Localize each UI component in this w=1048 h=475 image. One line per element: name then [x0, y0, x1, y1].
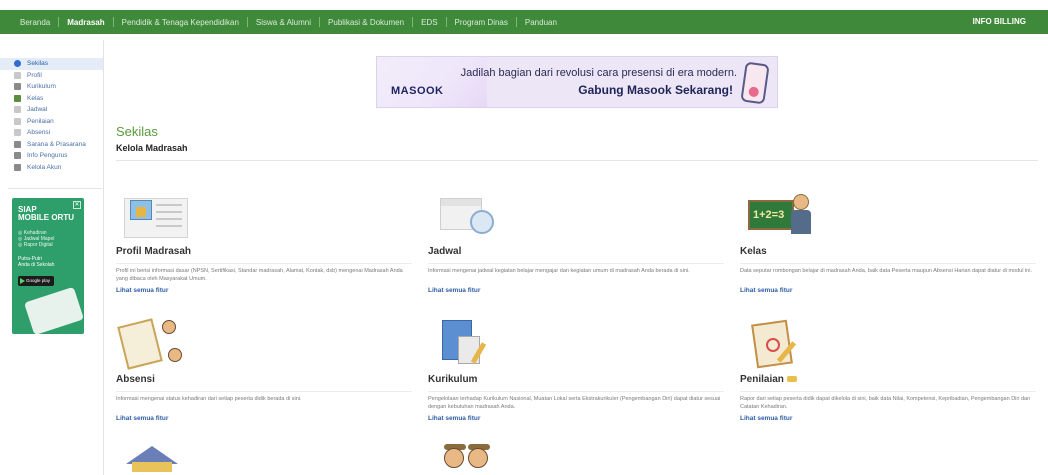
sidebar-item-absensi[interactable]: Absensi — [0, 127, 103, 139]
sidebar-item-label: Absensi — [27, 129, 51, 137]
new-badge-icon — [786, 376, 797, 383]
see-all-features-link[interactable]: Lihat semua fitur — [428, 287, 724, 294]
attendance-icon — [116, 314, 196, 370]
sidebar-item-label: Profil — [27, 71, 42, 79]
class-icon — [14, 94, 21, 102]
card-kurikulum: Kurikulum Pengelolaan terhadap Kurikulum… — [428, 314, 724, 422]
card-penilaian: Penilaian Rapor dari setiap peserta didi… — [740, 314, 1036, 422]
ad-features: ◎ Kehadiran ◎ Jadwal Mapel ◎ Rapor Digit… — [18, 230, 55, 248]
card-title: Kurikulum — [428, 374, 724, 392]
sidebar-item-label: Sekilas — [27, 60, 48, 68]
ad-title: SIAP MOBILE ORTU — [18, 206, 74, 222]
card-absensi: Absensi Informasi mengenai status kehadi… — [116, 314, 412, 422]
masook-banner[interactable]: MASOOK Jadilah bagian dari revolusi cara… — [376, 56, 778, 108]
profile-card-icon — [14, 71, 21, 79]
sidebar-item-kelola-akun[interactable]: Kelola Akun — [0, 162, 103, 174]
card-title: Absensi — [116, 374, 412, 392]
facility-icon — [14, 140, 21, 148]
grade-icon — [14, 117, 21, 125]
person-icon — [14, 152, 21, 160]
sidebar-item-sarana[interactable]: Sarana & Prasarana — [0, 139, 103, 151]
card-description: Informasi mengenai status kehadiran dari… — [116, 396, 302, 402]
grading-icon — [740, 314, 820, 369]
title-divider — [116, 160, 1038, 161]
phone-illustration — [24, 286, 84, 334]
nav-pendidik[interactable]: Pendidik & Tenaga Kependidikan — [114, 18, 247, 27]
see-all-features-link[interactable]: Lihat semua fitur — [740, 415, 1036, 422]
nav-eds[interactable]: EDS — [413, 18, 445, 27]
attendance-icon — [14, 129, 21, 137]
ad-sub-line2: Anda di Sekolah — [18, 262, 55, 268]
people-icon — [428, 440, 508, 475]
nav-program-dinas[interactable]: Program Dinas — [447, 18, 516, 27]
banner-tagline: Jadilah bagian dari revolusi cara presen… — [460, 67, 737, 79]
card-title: Penilaian — [740, 374, 1036, 392]
card-description: Rapor dari setiap peserta didik dapat di… — [740, 396, 1031, 410]
card-description: Profil ini berisi informasi dasar (NPSN,… — [116, 268, 403, 282]
card-kelas: 1+2=3 Kelas Data seputar rombongan belaj… — [740, 186, 1036, 294]
sidebar-item-info-pengurus[interactable]: Info Pengurus — [0, 150, 103, 162]
top-navigation: Beranda Madrasah Pendidik & Tenaga Kepen… — [0, 0, 1048, 38]
see-all-features-link[interactable]: Lihat semua fitur — [116, 415, 412, 422]
sidebar-item-label: Kelola Akun — [27, 163, 62, 171]
sidebar-item-jadwal[interactable]: Jadwal — [0, 104, 103, 116]
profile-icon — [116, 186, 196, 240]
nav-panduan[interactable]: Panduan — [517, 18, 565, 27]
card-info-pengurus — [428, 440, 724, 475]
nav-siswa[interactable]: Siswa & Alumni — [248, 18, 319, 27]
page-title: Sekilas — [116, 124, 158, 139]
book-icon — [14, 83, 21, 91]
card-sarana-prasarana — [116, 440, 412, 475]
sidebar-item-kurikulum[interactable]: Kurikulum — [0, 81, 103, 93]
sidebar-item-label: Info Pengurus — [27, 152, 68, 160]
card-title: Kelas — [740, 246, 1036, 264]
ad-title-line2: MOBILE ORTU — [18, 213, 74, 222]
calendar-clock-icon — [428, 186, 508, 240]
classroom-icon: 1+2=3 — [740, 186, 820, 240]
gear-icon — [14, 163, 21, 171]
card-title: Profil Madrasah — [116, 246, 412, 264]
see-all-features-link[interactable]: Lihat semua fitur — [116, 287, 412, 294]
see-all-features-link[interactable]: Lihat semua fitur — [428, 415, 724, 422]
card-profil-madrasah: Profil Madrasah Profil ini berisi inform… — [116, 186, 412, 294]
nav-bar: Beranda Madrasah Pendidik & Tenaga Kepen… — [0, 10, 1048, 34]
google-play-badge[interactable]: Google play — [18, 276, 54, 286]
sidebar-item-sekilas[interactable]: Sekilas — [0, 58, 103, 70]
sidebar-item-penilaian[interactable]: Penilaian — [0, 116, 103, 128]
sidebar-item-kelas[interactable]: Kelas — [0, 93, 103, 105]
nav-madrasah[interactable]: Madrasah — [59, 18, 112, 27]
nav-beranda[interactable]: Beranda — [12, 18, 58, 27]
sidebar-item-label: Kelas — [27, 94, 44, 102]
sidebar-item-label: Kurikulum — [27, 83, 56, 91]
page-subtitle: Kelola Madrasah — [116, 143, 188, 153]
house-icon — [116, 440, 196, 475]
siap-mobile-ortu-ad[interactable]: SIAP MOBILE ORTU ✕ ◎ Kehadiran ◎ Jadwal M… — [12, 198, 84, 334]
ad-subtitle: Putra-Putri Anda di Sekolah — [18, 256, 54, 268]
see-all-features-link[interactable]: Lihat semua fitur — [740, 287, 1036, 294]
masook-logo: MASOOK — [391, 85, 444, 97]
phone-app-icon — [740, 61, 770, 105]
nav-publikasi[interactable]: Publikasi & Dokumen — [320, 18, 412, 27]
card-description: Data seputar rombongan belajar di madras… — [740, 268, 1032, 274]
sidebar-item-label: Jadwal — [27, 106, 48, 114]
card-description: Informasi mengenai jadwal kegiatan belaj… — [428, 268, 690, 274]
curriculum-icon — [428, 314, 508, 368]
card-title-text: Penilaian — [740, 374, 784, 385]
ad-feature: Rapor Digital — [23, 242, 53, 248]
sidebar-item-label: Sarana & Prasarana — [27, 140, 86, 148]
card-description: Pengelolaan terhadap Kurikulum Nasional,… — [428, 396, 721, 410]
banner-cta: Gabung Masook Sekarang! — [578, 83, 733, 97]
close-icon[interactable]: ✕ — [73, 201, 81, 209]
sidebar-divider — [8, 188, 102, 189]
sidebar-item-label: Penilaian — [27, 117, 54, 125]
sidebar-menu: Sekilas Profil Kurikulum Kelas Jadwal Pe… — [0, 40, 103, 173]
card-jadwal: Jadwal Informasi mengenai jadwal kegiata… — [428, 186, 724, 294]
sidebar-item-profil[interactable]: Profil — [0, 70, 103, 82]
info-icon — [14, 60, 21, 68]
card-title: Jadwal — [428, 246, 724, 264]
info-billing-link[interactable]: INFO BILLING — [973, 10, 1026, 34]
calendar-icon — [14, 106, 21, 114]
